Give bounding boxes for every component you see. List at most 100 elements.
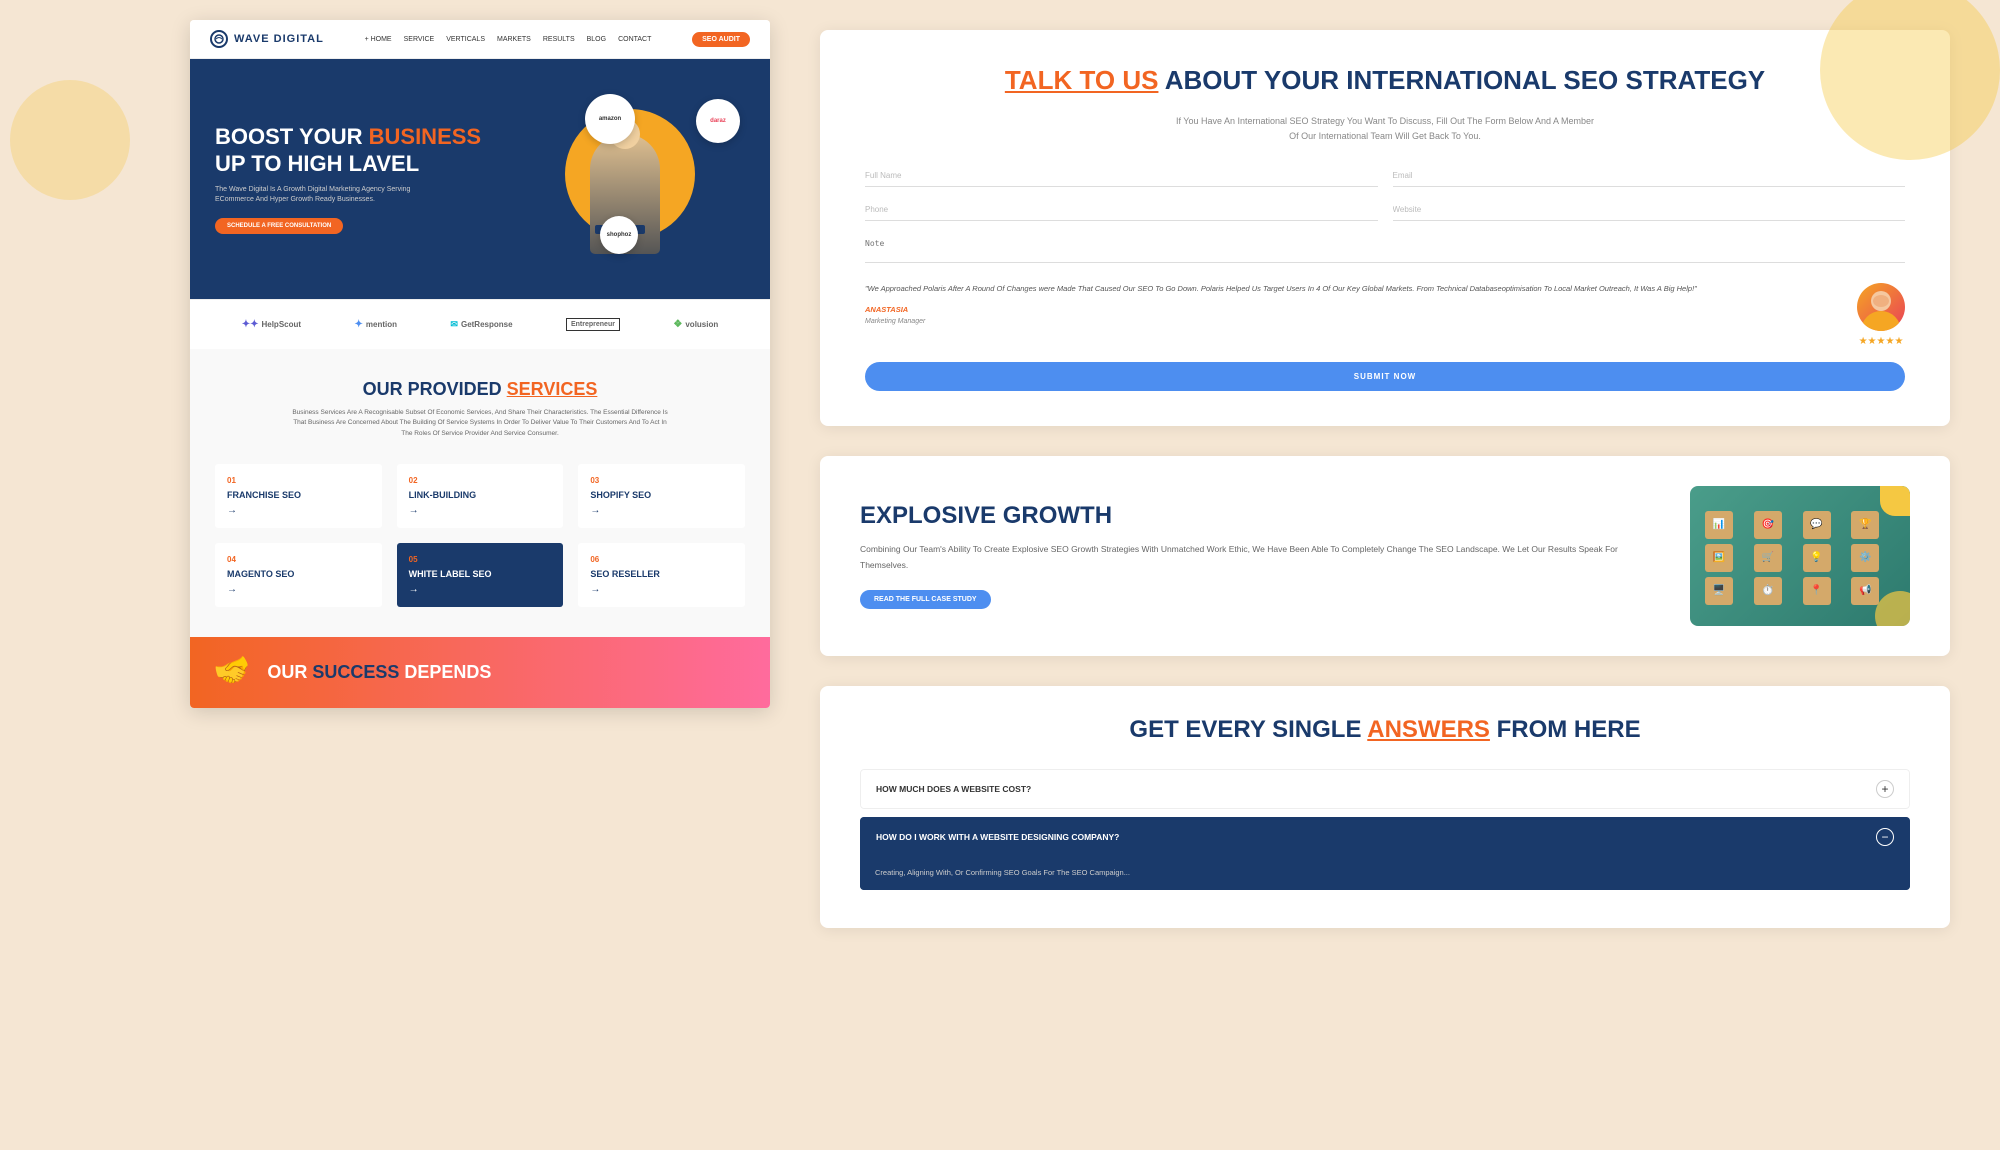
faq-question-2[interactable]: HOW DO I WORK WITH A WEBSITE DESIGNING C… — [860, 817, 1910, 857]
services-grid: 01 FRANCHISE SEO → 02 LINK-BUILDING → 03… — [215, 464, 745, 607]
faq-question-text-2: HOW DO I WORK WITH A WEBSITE DESIGNING C… — [876, 832, 1119, 842]
growth-image: 📊 🎯 💬 🏆 🖼️ 🛒 💡 ⚙️ 🖥️ ⏱️ 📍 📢 — [1690, 486, 1910, 626]
success-banner: 🤝 OUR SUCCESS DEPENDS — [190, 637, 770, 708]
service-arrow-6: → — [590, 584, 733, 595]
service-arrow-3: → — [590, 505, 733, 516]
growth-image-overlay — [1880, 486, 1910, 516]
email-input[interactable] — [1393, 165, 1906, 187]
contact-card: TALK TO US ABOUT YOUR INTERNATIONAL SEO … — [820, 30, 1950, 426]
service-magento-seo[interactable]: 04 MAGENTO SEO → — [215, 543, 382, 607]
success-banner-text: OUR SUCCESS DEPENDS — [267, 662, 491, 683]
note-input[interactable] — [865, 233, 1905, 263]
partner-getresponse: ✉ GetResponse — [450, 319, 512, 330]
faq-question-1[interactable]: HOW MUCH DOES A WEBSITE COST? + — [860, 769, 1910, 809]
partner-mention: ✦ mention — [354, 319, 397, 330]
partner-volusion: ❖ volusion — [673, 319, 718, 330]
testimonial-author: ANASTASIA — [865, 304, 1837, 317]
nav-links: + HOME SERVICE VERTICALS MARKETS RESULTS… — [365, 36, 652, 43]
service-name-2: LINK-BUILDING — [409, 490, 552, 500]
nav-home[interactable]: + HOME — [365, 36, 392, 43]
service-name-5: WHITE LABEL SEO — [409, 569, 552, 579]
block-1: 📊 — [1705, 511, 1733, 539]
left-panel: WAVE DIGITAL + HOME SERVICE VERTICALS MA… — [0, 0, 780, 1150]
partner-entrepreneur: Entrepreneur — [566, 318, 620, 331]
nav-markets[interactable]: MARKETS — [497, 36, 531, 43]
service-name-3: SHOPIFY SEO — [590, 490, 733, 500]
nav-bar: WAVE DIGITAL + HOME SERVICE VERTICALS MA… — [190, 20, 770, 59]
stars: ★★★★★ — [1859, 336, 1904, 347]
service-num-3: 03 — [590, 476, 733, 485]
submit-button[interactable]: SUBMIT NOW — [865, 362, 1905, 391]
website-input[interactable] — [1393, 199, 1906, 221]
contact-form: "We Approached Polaris After A Round Of … — [865, 165, 1905, 391]
avatar-area: ★★★★★ — [1857, 283, 1905, 347]
badge-amazon: amazon — [585, 94, 635, 144]
service-arrow-5: → — [409, 584, 552, 595]
services-title: OUR PROVIDED SERVICES — [215, 379, 745, 400]
service-num-2: 02 — [409, 476, 552, 485]
growth-cta-button[interactable]: READ THE FULL CASE STUDY — [860, 590, 991, 609]
website-preview: WAVE DIGITAL + HOME SERVICE VERTICALS MA… — [190, 20, 770, 708]
block-5: 🖼️ — [1705, 544, 1733, 572]
block-3: 💬 — [1803, 511, 1831, 539]
block-10: ⏱️ — [1754, 577, 1782, 605]
right-panel: TALK TO US ABOUT YOUR INTERNATIONAL SEO … — [780, 0, 2000, 1150]
nav-results[interactable]: RESULTS — [543, 36, 575, 43]
service-arrow-4: → — [227, 584, 370, 595]
contact-title: TALK TO US ABOUT YOUR INTERNATIONAL SEO … — [865, 65, 1905, 96]
nav-blog[interactable]: BLOG — [587, 36, 606, 43]
hero-text: BOOST YOUR BUSINESS UP TO HIGH LAVEL The… — [215, 124, 525, 234]
badge-shophoz: shophoz — [600, 216, 638, 254]
partner-helpscout: ✦✦ HelpScout — [242, 319, 301, 330]
block-12: 📢 — [1851, 577, 1879, 605]
hero-section: BOOST YOUR BUSINESS UP TO HIGH LAVEL The… — [190, 59, 770, 299]
growth-card: EXPLOSIVE GROWTH Combining Our Team's Ab… — [820, 456, 1950, 656]
form-row-2 — [865, 199, 1905, 221]
decor-blob-top — [1820, 0, 2000, 160]
services-subtitle: Business Services Are A Recognisable Sub… — [290, 408, 670, 439]
block-6: 🛒 — [1754, 544, 1782, 572]
testimonial-role: Marketing Manager — [865, 316, 1837, 328]
growth-content: EXPLOSIVE GROWTH Combining Our Team's Ab… — [860, 502, 1660, 609]
nav-verticals[interactable]: VERTICALS — [446, 36, 485, 43]
block-8: ⚙️ — [1851, 544, 1879, 572]
service-link-building[interactable]: 02 LINK-BUILDING → — [397, 464, 564, 528]
service-num-4: 04 — [227, 555, 370, 564]
hero-cta-button[interactable]: SCHEDULE A FREE CONSULTATION — [215, 218, 343, 234]
hand-icon: 🤝 — [210, 650, 257, 696]
faq-card: GET EVERY SINGLE ANSWERS FROM HERE HOW M… — [820, 686, 1950, 928]
contact-subtitle: If You Have An International SEO Strateg… — [1175, 114, 1595, 145]
service-shopify-seo[interactable]: 03 SHOPIFY SEO → — [578, 464, 745, 528]
nav-contact[interactable]: CONTACT — [618, 36, 651, 43]
testimonial-area: "We Approached Polaris After A Round Of … — [865, 283, 1905, 347]
nav-cta-button[interactable]: SEO AUDIT — [692, 32, 750, 47]
decor-blob-left — [10, 80, 130, 200]
service-white-label-seo[interactable]: 05 WHITE LABEL SEO → — [397, 543, 564, 607]
block-7: 💡 — [1803, 544, 1831, 572]
faq-answer-2: Creating, Aligning With, Or Confirming S… — [860, 857, 1910, 890]
service-arrow-1: → — [227, 505, 370, 516]
faq-toggle-1[interactable]: + — [1876, 780, 1894, 798]
service-num-1: 01 — [227, 476, 370, 485]
phone-input[interactable] — [865, 199, 1378, 221]
blocks-grid: 📊 🎯 💬 🏆 🖼️ 🛒 💡 ⚙️ 🖥️ ⏱️ 📍 📢 — [1690, 496, 1910, 620]
nav-service[interactable]: SERVICE — [404, 36, 435, 43]
growth-title: EXPLOSIVE GROWTH — [860, 502, 1660, 530]
faq-toggle-2[interactable]: − — [1876, 828, 1894, 846]
hero-visual: WAVE DIGITAL amazon daraz shophoz — [525, 89, 745, 269]
block-2: 🎯 — [1754, 511, 1782, 539]
growth-subtitle: Combining Our Team's Ability To Create E… — [860, 542, 1660, 573]
faq-title: GET EVERY SINGLE ANSWERS FROM HERE — [860, 716, 1910, 744]
services-section: OUR PROVIDED SERVICES Business Services … — [190, 349, 770, 637]
service-num-5: 05 — [409, 555, 552, 564]
faq-item-2: HOW DO I WORK WITH A WEBSITE DESIGNING C… — [860, 817, 1910, 890]
service-num-6: 06 — [590, 555, 733, 564]
nav-logo: WAVE DIGITAL — [210, 30, 324, 48]
badge-daraz: daraz — [696, 99, 740, 143]
service-seo-reseller[interactable]: 06 SEO RESELLER → — [578, 543, 745, 607]
full-name-input[interactable] — [865, 165, 1378, 187]
faq-question-text-1: HOW MUCH DOES A WEBSITE COST? — [876, 784, 1031, 794]
service-name-4: MAGENTO SEO — [227, 569, 370, 579]
service-franchise-seo[interactable]: 01 FRANCHISE SEO → — [215, 464, 382, 528]
form-row-1 — [865, 165, 1905, 187]
